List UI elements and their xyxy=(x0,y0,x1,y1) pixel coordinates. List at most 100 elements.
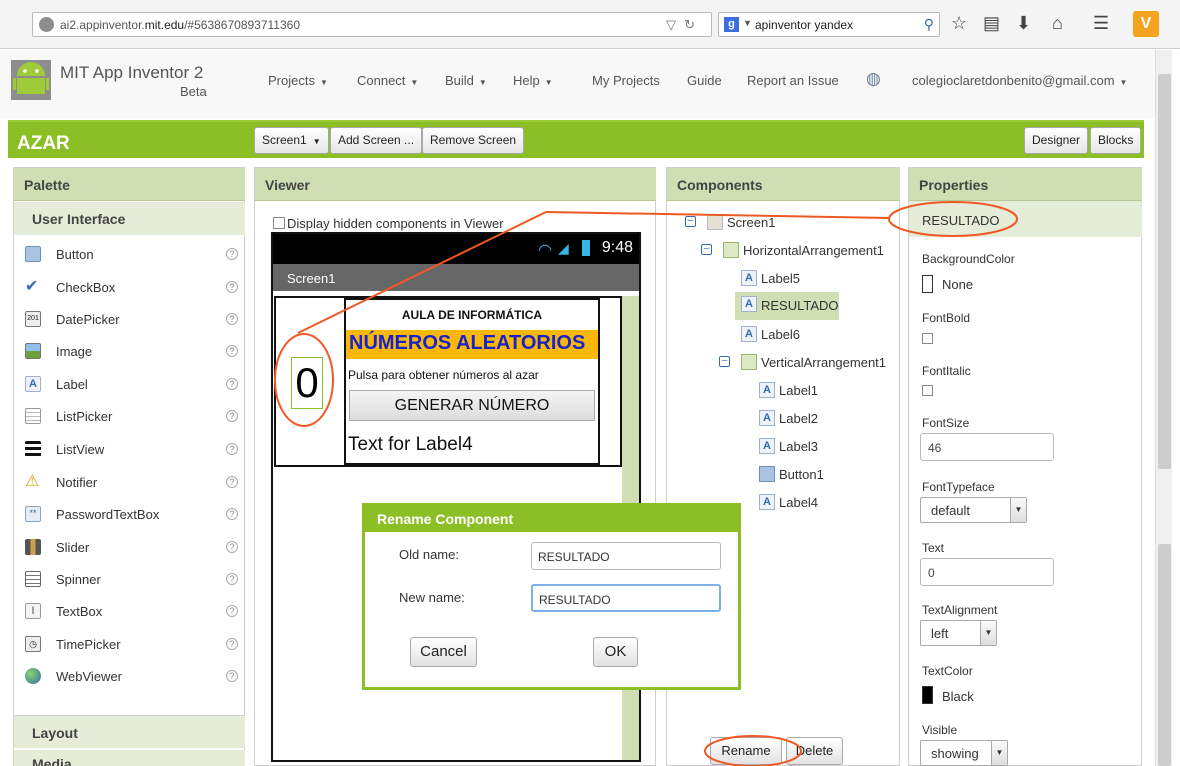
search-bar[interactable]: g ▼ apinventor yandex ⚲ xyxy=(718,12,940,37)
old-name-field: RESULTADO xyxy=(531,542,721,570)
label1[interactable]: AULA DE INFORMÁTICA xyxy=(346,308,598,322)
palette-item-listpicker[interactable]: ListPicker? xyxy=(14,400,245,432)
label-icon: A xyxy=(741,270,757,286)
url-bar[interactable]: ai2.appinventor.mit.edu/#563867089371136… xyxy=(32,12,712,37)
help-icon: ? xyxy=(226,670,238,682)
page-scrollbar[interactable] xyxy=(1155,50,1172,766)
collapse-icon: – xyxy=(719,356,730,367)
link-report-issue[interactable]: Report an Issue xyxy=(747,73,839,88)
add-screen-button[interactable]: Add Screen ... xyxy=(330,127,423,154)
tree-item-resultado[interactable]: A RESULTADO xyxy=(735,292,839,320)
tree-item-verticalarrangement1[interactable]: – VerticalArrangement1 xyxy=(719,352,891,376)
chevron-down-icon[interactable]: ▼ xyxy=(743,18,752,28)
home-icon[interactable]: ⌂ xyxy=(1052,13,1063,34)
chevron-down-icon: ▼ xyxy=(312,137,321,146)
app-inventor-logo-icon[interactable] xyxy=(9,58,53,102)
text-input[interactable]: 0 xyxy=(920,558,1054,586)
generate-number-button[interactable]: GENERAR NÚMERO xyxy=(349,390,595,421)
cancel-button[interactable]: Cancel xyxy=(410,637,477,667)
menu-icon[interactable]: ☰ xyxy=(1093,13,1109,34)
label4[interactable]: Text for Label4 xyxy=(348,434,473,456)
palette-item-checkbox[interactable]: ✔ CheckBox? xyxy=(14,271,245,303)
tree-item-label6[interactable]: A Label6 xyxy=(741,324,841,348)
palette-item-spinner[interactable]: Spinner? xyxy=(14,563,245,595)
remove-screen-button[interactable]: Remove Screen xyxy=(422,127,525,154)
scrollbar-thumb-lower[interactable] xyxy=(1158,544,1171,766)
label-icon: A xyxy=(759,382,775,398)
search-query[interactable]: apinventor yandex xyxy=(755,18,853,32)
search-icon[interactable]: ⚲ xyxy=(924,16,934,33)
star-icon[interactable]: ☆ xyxy=(951,13,967,34)
scrollbar-thumb[interactable] xyxy=(1158,74,1171,469)
palette-section-user-interface[interactable]: User Interface xyxy=(14,202,245,235)
tree-item-label4[interactable]: A Label4 xyxy=(759,492,859,516)
prop-label-text: Text xyxy=(922,541,945,555)
tree-item-label1[interactable]: A Label1 xyxy=(759,380,859,404)
resultado-label[interactable]: 0 xyxy=(291,357,323,409)
palette-item-button[interactable]: Button? xyxy=(14,238,245,270)
blocks-button[interactable]: Blocks xyxy=(1090,127,1142,154)
palette-item-image[interactable]: Image? xyxy=(14,335,245,367)
backgroundcolor-value[interactable]: None xyxy=(942,277,973,292)
menu-help[interactable]: Help ▼ xyxy=(513,73,553,88)
rename-button[interactable]: Rename xyxy=(710,737,782,765)
account-menu[interactable]: colegioclaretdonbenito@gmail.com ▼ xyxy=(912,73,1127,88)
reading-list-icon[interactable]: ▤ xyxy=(983,13,1000,34)
old-name-label: Old name: xyxy=(399,547,459,562)
designer-button[interactable]: Designer xyxy=(1024,127,1089,154)
label2[interactable]: NÚMEROS ALEATORIOS xyxy=(346,330,598,359)
link-my-projects[interactable]: My Projects xyxy=(592,73,660,88)
tree-item-horizontalarrangement1[interactable]: – HorizontalArrangement1 xyxy=(701,240,893,264)
ok-button[interactable]: OK xyxy=(593,637,638,667)
textbox-icon: I xyxy=(25,603,41,619)
fontsize-input[interactable]: 46 xyxy=(920,433,1054,461)
palette-item-label[interactable]: A Label? xyxy=(14,368,245,400)
menu-projects[interactable]: Projects ▼ xyxy=(268,73,328,88)
prop-label-backgroundcolor: BackgroundColor xyxy=(922,252,1015,266)
tree-item-screen1[interactable]: – Screen1 xyxy=(685,212,887,236)
screen-select[interactable]: Screen1 ▼ xyxy=(254,127,329,154)
palette-item-timepicker[interactable]: ◷ TimePicker? xyxy=(14,628,245,660)
palette-item-listview[interactable]: ListView? xyxy=(14,433,245,465)
list-view-icon xyxy=(25,441,41,457)
textcolor-swatch[interactable] xyxy=(922,686,933,704)
tree-item-label2[interactable]: A Label2 xyxy=(759,408,859,432)
palette-item-notifier[interactable]: ⚠ Notifier? xyxy=(14,466,245,498)
fonttypeface-select[interactable]: default ▼ xyxy=(920,497,1027,523)
dialog-title: Rename Component xyxy=(365,506,738,532)
extension-icon[interactable]: V xyxy=(1133,11,1159,37)
link-guide[interactable]: Guide xyxy=(687,73,722,88)
fontbold-checkbox[interactable] xyxy=(922,333,933,344)
tree-item-label5[interactable]: A Label5 xyxy=(741,268,841,292)
palette-item-passwordtextbox[interactable]: ** PasswordTextBox? xyxy=(14,498,245,530)
tree-item-button1[interactable]: Button1 xyxy=(759,464,859,488)
palette-item-textbox[interactable]: I TextBox? xyxy=(14,595,245,627)
project-bar: AZAR Screen1 ▼ Add Screen ... Remove Scre… xyxy=(8,120,1144,158)
palette-item-slider[interactable]: Slider? xyxy=(14,531,245,563)
menu-build[interactable]: Build ▼ xyxy=(445,73,487,88)
tree-item-label3[interactable]: A Label3 xyxy=(759,436,859,460)
horizontal-arrangement[interactable]: 0 AULA DE INFORMÁTICA NÚMEROS ALEATORIOS… xyxy=(274,296,622,467)
button-icon xyxy=(759,466,775,482)
delete-button[interactable]: Delete xyxy=(786,737,843,765)
textcolor-value[interactable]: Black xyxy=(942,689,974,704)
textalignment-select[interactable]: left ▼ xyxy=(920,620,997,646)
palette-item-webviewer[interactable]: WebViewer? xyxy=(14,660,245,692)
visible-select[interactable]: showing ▼ xyxy=(920,740,1008,766)
download-icon[interactable]: ⬇ xyxy=(1016,13,1031,34)
prop-label-visible: Visible xyxy=(922,723,958,737)
vertical-arrangement[interactable]: AULA DE INFORMÁTICA NÚMEROS ALEATORIOS P… xyxy=(344,298,600,465)
menu-connect[interactable]: Connect ▼ xyxy=(357,73,418,88)
url-tools[interactable]: ▽↻ xyxy=(666,17,703,33)
collapse-icon: – xyxy=(701,244,712,255)
fontitalic-checkbox[interactable] xyxy=(922,385,933,396)
backgroundcolor-swatch[interactable] xyxy=(922,275,933,293)
search-engine-icon[interactable]: g xyxy=(724,17,739,32)
language-globe-icon[interactable]: ◍ xyxy=(866,69,881,89)
palette-section-layout[interactable]: Layout xyxy=(14,715,245,748)
palette-section-media[interactable]: Media xyxy=(14,750,245,766)
new-name-field[interactable]: RESULTADO xyxy=(531,584,721,612)
label3[interactable]: Pulsa para obtener números al azar xyxy=(348,368,539,382)
display-hidden-checkbox[interactable]: Display hidden components in Viewer xyxy=(273,216,504,231)
palette-item-datepicker[interactable]: 201 DatePicker? xyxy=(14,303,245,335)
